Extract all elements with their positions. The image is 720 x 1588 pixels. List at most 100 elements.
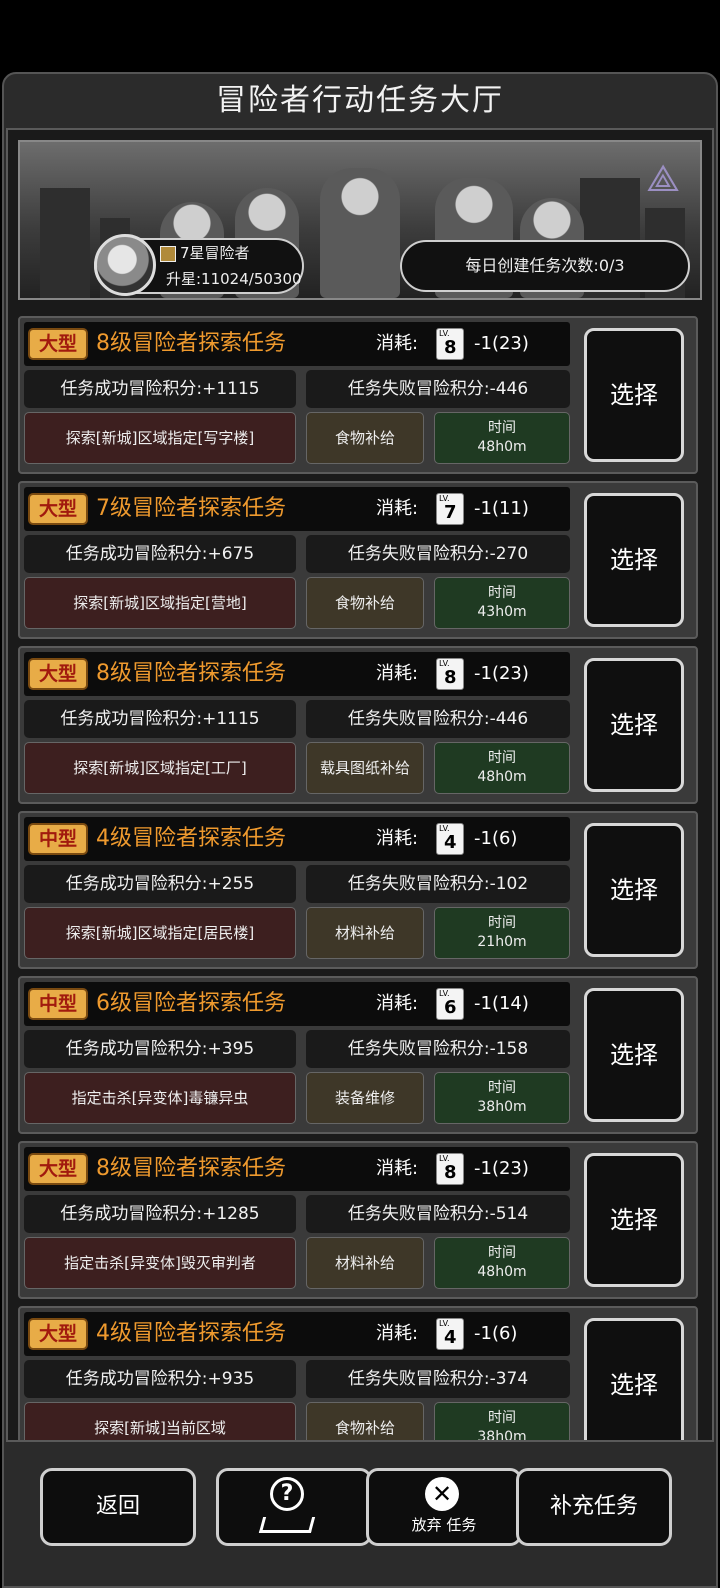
cost-value: -1(23) <box>474 1158 529 1179</box>
back-button-label: 返回 <box>95 1494 140 1519</box>
level-ticket-icon: LV. 4 <box>436 823 464 855</box>
task-size-badge: 大型 <box>28 658 88 690</box>
success-score: 任务成功冒险积分:+675 <box>24 535 296 573</box>
select-button[interactable]: 选择 <box>584 658 684 792</box>
task-title-bar: 大型 8级冒险者探索任务 消耗: LV. 8 -1(23) <box>24 322 570 366</box>
task-location: 指定击杀[异变体]毒镰异虫 <box>24 1072 296 1124</box>
ticket-level: 8 <box>444 337 457 358</box>
fail-score: 任务失败冒险积分:-446 <box>306 370 570 408</box>
time-label: 时间 <box>488 1245 516 1261</box>
task-card[interactable]: 大型 4级冒险者探索任务 消耗: LV. 4 -1(6) 任务成功冒险积分:+935 任务失败… <box>18 1306 698 1442</box>
time-label: 时间 <box>488 750 516 766</box>
task-card[interactable]: 中型 4级冒险者探索任务 消耗: LV. 4 -1(6) 任务成功冒险积分:+255 任务失败… <box>18 811 698 969</box>
task-card[interactable]: 大型 8级冒险者探索任务 消耗: LV. 8 -1(23) 任务成功冒险积分:+1115 任务… <box>18 316 698 474</box>
select-button[interactable]: 选择 <box>584 988 684 1122</box>
time-value: 48h0m <box>477 439 527 455</box>
fail-score: 任务失败冒险积分:-158 <box>306 1030 570 1068</box>
ticket-level: 8 <box>444 667 457 688</box>
building-silhouette <box>40 188 90 298</box>
refill-task-label: 补充任务 <box>549 1494 638 1519</box>
cost-value: -1(23) <box>474 333 529 354</box>
select-button[interactable]: 选择 <box>584 823 684 957</box>
ticket-level: 4 <box>444 1327 457 1348</box>
task-location: 探索[新城]区域指定[营地] <box>24 577 296 629</box>
select-button[interactable]: 选择 <box>584 493 684 627</box>
task-card[interactable]: 大型 8级冒险者探索任务 消耗: LV. 8 -1(23) 任务成功冒险积分:+1115 任务… <box>18 646 698 804</box>
task-time: 时间 48h0m <box>434 412 570 464</box>
task-title-bar: 中型 6级冒险者探索任务 消耗: LV. 6 -1(14) <box>24 982 570 1026</box>
cost-label: 消耗: <box>376 993 419 1014</box>
cost-value: -1(14) <box>474 993 529 1014</box>
task-reward: 食物补给 <box>306 577 424 629</box>
task-time: 时间 38h0m <box>434 1072 570 1124</box>
back-button[interactable]: 返回 <box>40 1468 196 1546</box>
cost-value: -1(6) <box>474 1323 518 1344</box>
fail-score: 任务失败冒险积分:-446 <box>306 700 570 738</box>
help-icon: ? <box>258 1477 316 1535</box>
task-name: 4级冒险者探索任务 <box>96 826 286 851</box>
success-score: 任务成功冒险积分:+395 <box>24 1030 296 1068</box>
abandon-task-button[interactable]: ✕ 放弃 任务 <box>366 1468 522 1546</box>
level-ticket-icon: LV. 4 <box>436 1318 464 1350</box>
task-name: 7级冒险者探索任务 <box>96 496 286 521</box>
select-button[interactable]: 选择 <box>584 1318 684 1440</box>
task-location: 探索[新城]区域指定[居民楼] <box>24 907 296 959</box>
time-value: 43h0m <box>477 604 527 620</box>
task-card[interactable]: 大型 7级冒险者探索任务 消耗: LV. 7 -1(11) 任务成功冒险积分:+675 任务失… <box>18 481 698 639</box>
level-ticket-icon: LV. 6 <box>436 988 464 1020</box>
cost-value: -1(6) <box>474 828 518 849</box>
task-title-bar: 大型 8级冒险者探索任务 消耗: LV. 8 -1(23) <box>24 652 570 696</box>
fail-score: 任务失败冒险积分:-270 <box>306 535 570 573</box>
task-reward: 载具图纸补给 <box>306 742 424 794</box>
time-label: 时间 <box>488 1080 516 1096</box>
cost-label: 消耗: <box>376 663 419 684</box>
task-name: 4级冒险者探索任务 <box>96 1321 286 1346</box>
task-title-bar: 中型 4级冒险者探索任务 消耗: LV. 4 -1(6) <box>24 817 570 861</box>
banner: ⟁ 7星冒险者 升星:11024/50300 每日创建任务次数:0/3 <box>18 140 702 300</box>
task-time: 时间 38h0m <box>434 1402 570 1442</box>
task-size-badge: 大型 <box>28 328 88 360</box>
task-name: 8级冒险者探索任务 <box>96 661 286 686</box>
rank-title: 7星冒险者 <box>180 244 250 262</box>
task-location: 探索[新城]区域指定[工厂] <box>24 742 296 794</box>
task-card[interactable]: 中型 6级冒险者探索任务 消耗: LV. 6 -1(14) 任务成功冒险积分:+395 任务失… <box>18 976 698 1134</box>
task-size-badge: 大型 <box>28 1153 88 1185</box>
select-button[interactable]: 选择 <box>584 328 684 462</box>
fail-score: 任务失败冒险积分:-374 <box>306 1360 570 1398</box>
cost-value: -1(23) <box>474 663 529 684</box>
time-label: 时间 <box>488 915 516 931</box>
task-size-badge: 大型 <box>28 493 88 525</box>
task-time: 时间 21h0m <box>434 907 570 959</box>
success-score: 任务成功冒险积分:+935 <box>24 1360 296 1398</box>
time-value: 38h0m <box>477 1099 527 1115</box>
task-card[interactable]: 大型 8级冒险者探索任务 消耗: LV. 8 -1(23) 任务成功冒险积分:+1285 任务… <box>18 1141 698 1299</box>
time-value: 48h0m <box>477 769 527 785</box>
cost-label: 消耗: <box>376 333 419 354</box>
rank-medal-icon <box>160 246 176 262</box>
task-time: 时间 43h0m <box>434 577 570 629</box>
cost-label: 消耗: <box>376 1158 419 1179</box>
close-icon: ✕ <box>425 1477 459 1511</box>
cost-value: -1(11) <box>474 498 529 519</box>
time-value: 38h0m <box>477 1429 527 1442</box>
task-title-bar: 大型 4级冒险者探索任务 消耗: LV. 4 -1(6) <box>24 1312 570 1356</box>
time-value: 21h0m <box>477 934 527 950</box>
faction-logo-icon: ⟁ <box>646 156 680 200</box>
refill-task-button[interactable]: 补充任务 <box>516 1468 672 1546</box>
task-name: 8级冒险者探索任务 <box>96 331 286 356</box>
rank-box[interactable]: 7星冒险者 升星:11024/50300 <box>94 234 304 296</box>
ticket-level: 6 <box>444 997 457 1018</box>
task-size-badge: 大型 <box>28 1318 88 1350</box>
level-ticket-icon: LV. 8 <box>436 1153 464 1185</box>
cost-label: 消耗: <box>376 1323 419 1344</box>
help-button[interactable]: ? <box>216 1468 372 1546</box>
task-list[interactable]: ⟁ 7星冒险者 升星:11024/50300 每日创建任务次数:0/3 大型 8级… <box>6 128 714 1442</box>
time-label: 时间 <box>488 420 516 436</box>
select-button[interactable]: 选择 <box>584 1153 684 1287</box>
cost-label: 消耗: <box>376 498 419 519</box>
avatar[interactable] <box>94 234 156 296</box>
level-ticket-icon: LV. 7 <box>436 493 464 525</box>
ticket-level: 7 <box>444 502 457 523</box>
task-size-badge: 中型 <box>28 823 88 855</box>
character-figure <box>320 168 400 298</box>
